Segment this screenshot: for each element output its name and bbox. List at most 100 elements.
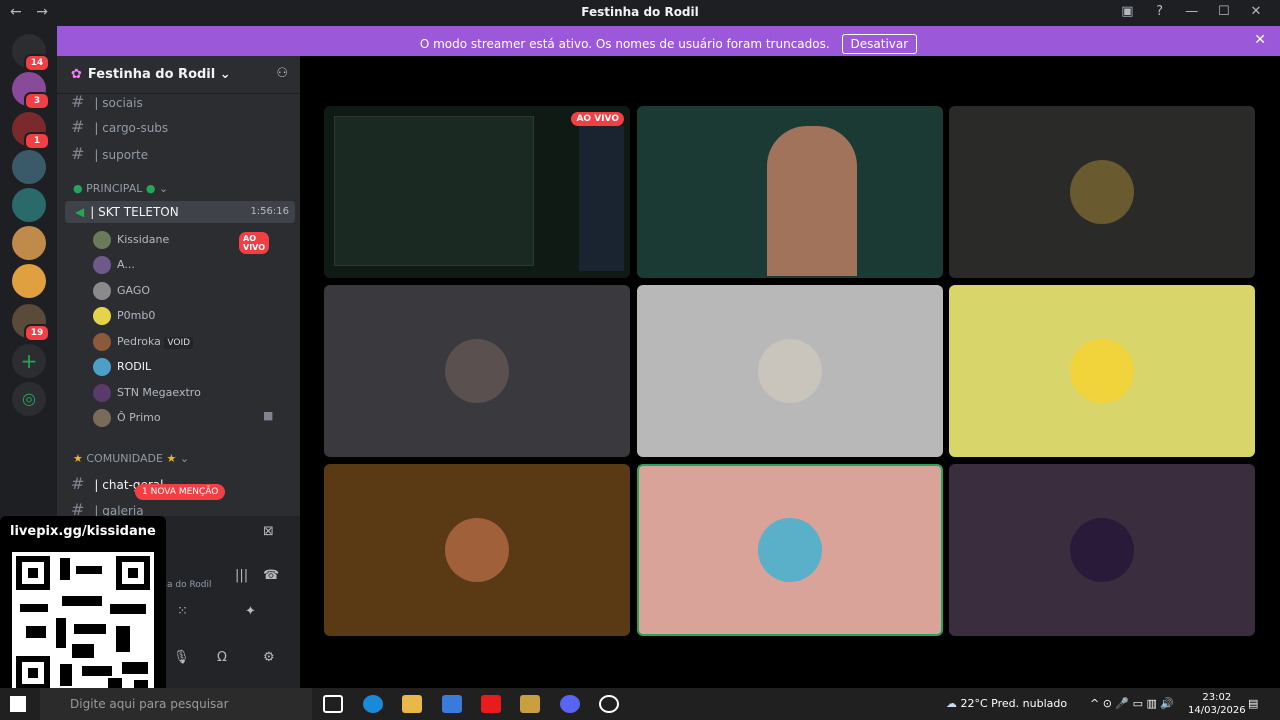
voice-member[interactable]: Pedroka VOID [93,333,194,351]
avatar [93,384,111,402]
window-controls: ▣ ? — ☐ ✕ [1113,4,1270,19]
server-icon[interactable] [12,226,46,260]
microphone-icon[interactable]: 🎙 [173,650,190,665]
category-comunidade[interactable]: ★ COMUNIDADE ★ ⌄ [73,452,189,465]
live-badge: AO VIVO [571,112,624,126]
weather-widget[interactable]: ☁ 22°C Pred. nublado [946,697,1067,710]
channel-item[interactable]: # | sociais [71,92,143,111]
headphones-icon[interactable]: Ω [217,650,227,665]
discord-icon[interactable] [560,695,580,713]
channel-label: | cargo-subs [94,121,169,135]
participant-tile[interactable] [949,106,1255,278]
server-icon[interactable]: 3 [12,72,50,110]
voice-member[interactable]: P0mb0 [93,307,155,325]
server-icon[interactable]: 19 [12,304,50,342]
stream-tile[interactable]: AO VIVO [324,106,630,278]
tray-icons[interactable]: ⊙ 🎤 ▭ ▥ 🔊 [1103,697,1174,710]
chevron-up-icon[interactable]: ^ [1090,697,1099,710]
channel-item[interactable]: # | cargo-subs [71,117,168,136]
hash-icon: # [71,474,85,493]
taskbar-search[interactable]: Digite aqui para pesquisar [40,688,312,720]
qr-code [12,552,154,694]
new-mention-pill[interactable]: 1 NOVA MENÇÃO [135,484,226,500]
clock[interactable]: 23:02 14/03/2026 [1188,691,1246,717]
disconnect-icon[interactable]: ☎ [263,568,279,583]
avatar [93,231,111,249]
voice-member[interactable]: Ô Primo ■ [93,409,273,427]
taskbar: Digite aqui para pesquisar ☁ 22°C Pred. … [0,688,1280,720]
title-bar: ← → Festinha do Rodil ▣ ? — ☐ ✕ [0,0,1280,26]
participant-tile[interactable] [637,285,943,457]
maximize-icon[interactable]: ☐ [1210,4,1238,19]
avatar [93,358,111,376]
livepix-overlay: livepix.gg/kissidane [0,516,166,702]
category-principal[interactable]: ● PRINCIPAL ● ⌄ [73,182,168,195]
voice-member[interactable]: A... [93,256,135,274]
voice-member[interactable]: STN Megaextro [93,384,201,402]
member-name: Kissidane [117,233,170,246]
system-tray[interactable]: ^ ⊙ 🎤 ▭ ▥ 🔊 [1090,697,1174,710]
avatar [445,518,509,582]
participant-tile[interactable] [324,464,630,636]
close-icon[interactable]: ✕ [1242,4,1270,19]
category-label: PRINCIPAL [86,182,143,195]
server-icon[interactable] [12,150,46,184]
hash-icon: # [71,144,85,163]
search-placeholder: Digite aqui para pesquisar [70,697,229,711]
camera-tile[interactable] [637,106,943,278]
soundwave-icon[interactable]: ||| [235,568,248,583]
close-icon[interactable]: ⊠ [263,524,274,539]
channel-label: | sociais [94,96,143,110]
voice-member[interactable]: GAGO [93,282,150,300]
inbox-icon[interactable]: ▣ [1113,4,1141,19]
channel-item[interactable]: # | suporte [71,144,148,163]
voice-member[interactable]: RODIL [93,358,151,376]
close-icon[interactable]: ✕ [1254,32,1266,48]
server-header[interactable]: ✿ Festinha do Rodil ⌄ ⚇ [57,56,300,94]
notification-badge: 3 [24,92,50,110]
minimize-icon[interactable]: — [1178,4,1206,19]
server-icon[interactable] [12,264,46,298]
obs-icon[interactable] [599,695,619,713]
edge-icon[interactable] [363,695,383,713]
server-icon[interactable] [12,188,46,222]
mail-icon[interactable] [442,695,462,713]
voice-channel-label: | SKT TELETON [90,205,179,219]
participant-tile-speaking[interactable] [637,464,943,636]
invite-icon[interactable]: ⚇ [276,66,288,81]
file-explorer-icon[interactable] [402,695,422,713]
participant-tile[interactable] [949,464,1255,636]
streamer-mode-banner: O modo streamer está ativo. Os nomes de … [57,26,1280,56]
activities-icon[interactable]: ⁙ [177,604,188,619]
notification-badge: 19 [24,324,50,342]
league-icon[interactable] [520,695,540,713]
notification-icon[interactable]: ▤ [1248,697,1258,710]
live-badge: AO VIVO [239,232,270,254]
voice-member[interactable]: Kissidane AO VIVO [93,231,270,254]
participant-tile[interactable] [949,285,1255,457]
task-view-icon[interactable] [323,695,343,713]
member-name: GAGO [117,284,151,297]
help-icon[interactable]: ? [1146,4,1174,19]
avatar [93,282,111,300]
member-name: Ô Primo [117,411,161,424]
home-icon[interactable]: 14 [12,34,50,72]
youtube-icon[interactable] [481,695,501,713]
windows-start-icon[interactable] [10,696,26,712]
star-icon: ★ [73,452,83,465]
hash-icon: # [71,117,85,136]
soundboard-icon[interactable]: ✦ [245,604,256,619]
category-label: COMUNIDADE [86,452,163,465]
star-icon: ★ [166,452,177,465]
notification-badge: 1 [24,132,50,150]
voice-channel-active[interactable]: ◀ | SKT TELETON 1:56:16 [65,201,295,223]
member-name: Pedroka [117,335,161,348]
settings-icon[interactable]: ⚙ [263,650,275,665]
member-name: A... [117,258,135,271]
disable-button[interactable]: Desativar [841,34,918,54]
explore-icon[interactable]: ◎ [12,382,46,416]
add-server-icon[interactable]: + [12,344,46,378]
window-title: Festinha do Rodil [581,5,699,19]
participant-tile[interactable] [324,285,630,457]
server-icon[interactable]: 1 [12,112,50,150]
